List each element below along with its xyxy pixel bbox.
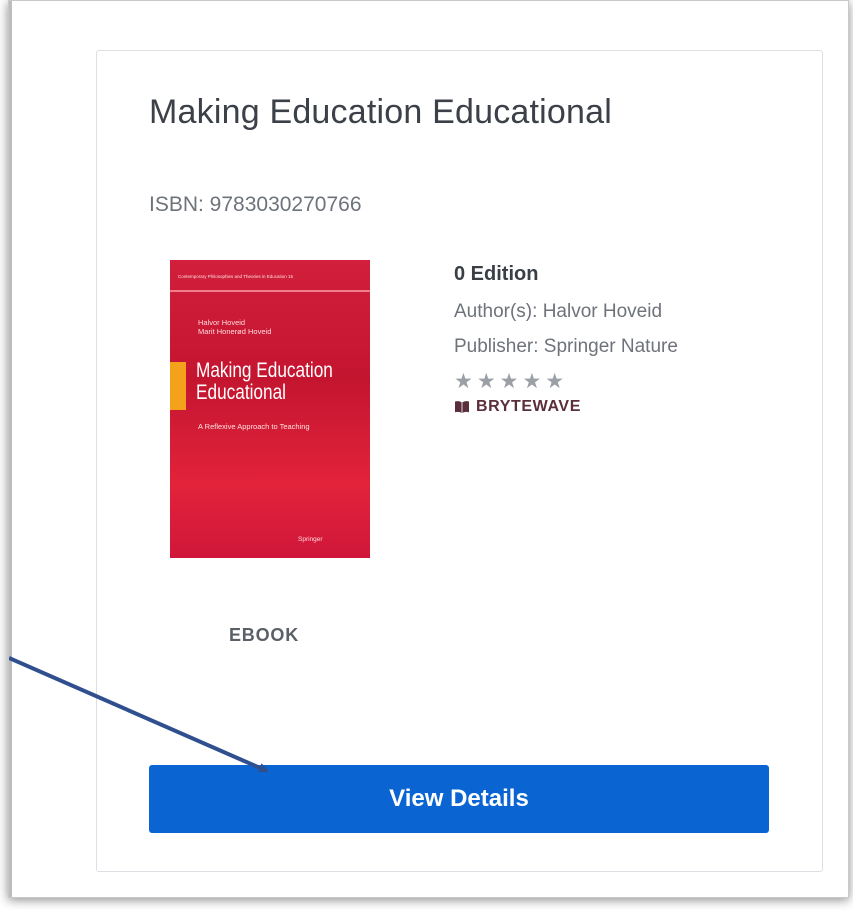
author-label: Author(s):: [454, 301, 538, 322]
cover-title-line-2: Educational: [196, 381, 286, 404]
isbn-label: ISBN: 9783030270766: [149, 193, 362, 216]
cover-accent-bar: [170, 362, 186, 410]
cover-author-1: Halvor Hoveid: [198, 318, 246, 327]
publisher-value: Springer Nature: [543, 336, 678, 357]
publisher-label: Publisher:: [454, 336, 539, 357]
cover-publisher-logo: Springer: [298, 536, 323, 543]
screenshot-frame: Making Education Educational ISBN: 97830…: [8, 0, 849, 898]
cover-author-2: Marit Honerød Hoveid: [198, 327, 272, 336]
publisher-row: Publisher: Springer Nature: [454, 336, 678, 358]
cover-series: Contemporary Philosophies and Theories i…: [178, 274, 293, 279]
cover-subtitle: A Reflexive Approach to Teaching: [198, 422, 310, 431]
open-book-icon: [455, 401, 469, 413]
seller-badge: BRYTEWAVE: [454, 398, 678, 416]
cover-authors: Halvor Hoveid Marit Honerød Hoveid: [198, 318, 271, 336]
cover-rule: [170, 290, 370, 292]
format-label: EBOOK: [229, 625, 300, 645]
cover-title-line-1: Making Education: [196, 359, 333, 382]
view-details-button[interactable]: View Details: [149, 765, 769, 833]
cover-title: Making Education Educational: [196, 360, 333, 404]
book-cover-image[interactable]: Contemporary Philosophies and Theories i…: [170, 260, 370, 558]
edition-label: 0 Edition: [454, 263, 539, 285]
book-meta: 0 Edition Author(s): Halvor Hoveid Publi…: [454, 263, 678, 416]
rating-stars: ★★★★★: [454, 370, 569, 393]
book-card: Making Education Educational ISBN: 97830…: [96, 50, 823, 872]
author-value: Halvor Hoveid: [542, 301, 663, 322]
book-title: Making Education Educational: [149, 93, 613, 131]
author-row: Author(s): Halvor Hoveid: [454, 301, 678, 323]
seller-name: BRYTEWAVE: [476, 398, 581, 415]
